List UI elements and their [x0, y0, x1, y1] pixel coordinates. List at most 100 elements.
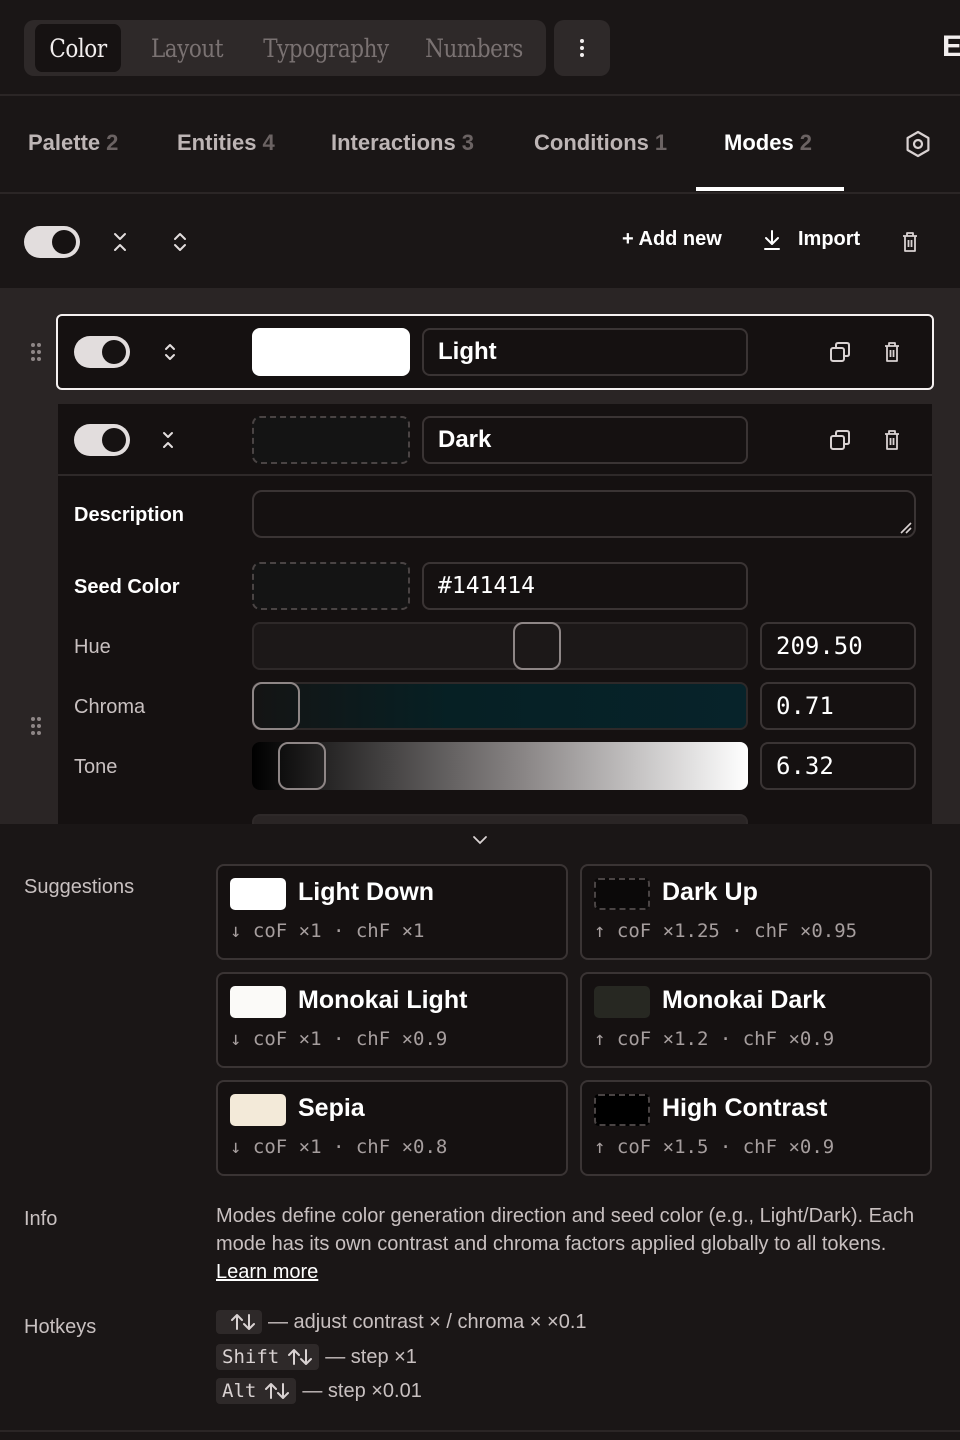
hotkey-row: Alt — step ×0.01	[216, 1378, 422, 1404]
suggestion-factors: ↑ coF ×1.25 · chF ×0.95	[594, 920, 858, 942]
up-down-arrows-icon	[288, 1349, 313, 1365]
tab-modes[interactable]: Modes 2	[724, 130, 812, 156]
mode-light-delete[interactable]	[880, 340, 904, 364]
tab-palette[interactable]: Palette 2	[28, 130, 118, 156]
chroma-slider[interactable]	[252, 682, 748, 730]
chroma-value-input[interactable]: 0.71	[760, 682, 916, 730]
mode-light-toggle[interactable]	[74, 336, 130, 368]
modes-toolbar: + Add new Import	[0, 194, 960, 288]
expand-all-button[interactable]	[168, 230, 192, 254]
mode-light-duplicate[interactable]	[828, 340, 852, 364]
tab-conditions[interactable]: Conditions 1	[534, 130, 667, 156]
add-new-label: + Add new	[622, 228, 722, 250]
learn-more-link[interactable]: Learn more	[216, 1261, 318, 1283]
mode-dark-name-input[interactable]: Dark	[422, 416, 748, 464]
delete-all-button[interactable]	[898, 230, 922, 254]
seg-typography[interactable]: Typography	[257, 24, 395, 72]
next-slider-partial[interactable]	[252, 814, 748, 824]
mode-dark-delete[interactable]	[880, 428, 904, 452]
settings-hex-icon	[906, 130, 930, 158]
mode-row-light[interactable]: Light	[56, 314, 934, 390]
edge-label: E	[942, 30, 960, 63]
hotkey-row: Shift — step ×1	[216, 1344, 417, 1370]
suggestion-swatch	[230, 878, 286, 910]
toggle-all-modes[interactable]	[24, 226, 80, 258]
info-text: Modes define color generation direction …	[216, 1202, 926, 1286]
mode-light-expand[interactable]	[158, 340, 182, 364]
suggestion-title: Monokai Light	[298, 986, 468, 1014]
suggestion-title: High Contrast	[662, 1094, 828, 1122]
resize-handle-icon[interactable]	[898, 520, 912, 534]
mode-dark-collapse[interactable]	[156, 428, 180, 452]
duplicate-icon	[830, 430, 850, 450]
hotkeys-label: Hotkeys	[24, 1316, 97, 1338]
collapse-icon	[114, 233, 126, 251]
seed-color-swatch[interactable]	[252, 562, 410, 610]
suggestion-swatch	[594, 1094, 650, 1126]
chroma-slider-thumb[interactable]	[252, 682, 300, 730]
hotkey-row: — adjust contrast × / chroma × ×0.1	[216, 1310, 587, 1334]
hue-slider-thumb[interactable]	[513, 622, 561, 670]
hotkey-key	[216, 1310, 262, 1334]
seg-layout[interactable]: Layout	[136, 24, 237, 72]
add-new-button[interactable]: + Add new	[622, 228, 722, 251]
suggestion-card[interactable]: Monokai Light ↓ coF ×1 · chF ×0.9	[216, 972, 568, 1068]
settings-button[interactable]	[902, 128, 934, 160]
mode-dark-toggle[interactable]	[74, 424, 130, 456]
mode-dark-header[interactable]: Dark	[58, 404, 932, 476]
up-down-arrows-icon	[231, 1314, 255, 1330]
suggestion-card[interactable]: Dark Up ↑ coF ×1.25 · chF ×0.95	[580, 864, 932, 960]
more-button[interactable]	[554, 20, 610, 76]
suggestion-card[interactable]: Sepia ↓ coF ×1 · chF ×0.8	[216, 1080, 568, 1176]
expand-icon	[165, 344, 175, 360]
suggestion-card[interactable]: High Contrast ↑ coF ×1.5 · chF ×0.9	[580, 1080, 932, 1176]
hue-value-input[interactable]: 209.50	[760, 622, 916, 670]
tab-entities[interactable]: Entities 4	[177, 130, 275, 156]
trash-icon	[885, 430, 899, 450]
drag-handle-icon[interactable]	[30, 342, 42, 362]
suggestion-swatch	[230, 986, 286, 1018]
top-bar: Color Layout Typography Numbers E	[0, 0, 960, 96]
drag-handle-icon[interactable]	[30, 716, 42, 736]
mode-light-swatch[interactable]	[252, 328, 410, 376]
kebab-icon	[580, 39, 584, 57]
suggestion-title: Light Down	[298, 878, 435, 906]
suggestion-factors: ↑ coF ×1.5 · chF ×0.9	[594, 1136, 835, 1158]
hotkey-desc: — adjust contrast × / chroma × ×0.1	[268, 1310, 587, 1333]
chevron-down-icon	[473, 836, 487, 845]
tone-slider[interactable]	[252, 742, 748, 790]
tab-bar: Palette 2 Entities 4 Interactions 3 Conditi…	[0, 96, 960, 194]
mode-dark-swatch[interactable]	[252, 416, 410, 464]
tone-slider-thumb[interactable]	[278, 742, 326, 790]
active-tab-indicator	[696, 187, 844, 191]
description-label: Description	[74, 504, 185, 526]
trash-icon	[903, 232, 917, 252]
modes-list: Light Dark Description Seed Color #14141…	[0, 288, 960, 824]
suggestion-title: Dark Up	[662, 878, 758, 906]
scroll-down-button[interactable]	[470, 830, 490, 850]
seed-color-input[interactable]: #141414	[422, 562, 748, 610]
mode-dark-duplicate[interactable]	[828, 428, 852, 452]
tab-interactions[interactable]: Interactions 3	[331, 130, 474, 156]
collapse-all-button[interactable]	[108, 230, 132, 254]
import-button[interactable]: Import	[762, 228, 860, 251]
mode-light-name-input[interactable]: Light	[422, 328, 748, 376]
section-switcher: Color Layout Typography Numbers	[24, 20, 546, 76]
suggestion-card[interactable]: Light Down ↓ coF ×1 · chF ×1	[216, 864, 568, 960]
description-textarea[interactable]	[252, 490, 916, 538]
mode-card-dark: Dark Description Seed Color #141414 Hue …	[58, 404, 932, 824]
trash-icon	[885, 342, 899, 362]
tone-value-input[interactable]: 6.32	[760, 742, 916, 790]
hotkey-key: Shift	[216, 1344, 320, 1370]
seg-numbers[interactable]: Numbers	[416, 24, 533, 72]
hue-slider[interactable]	[252, 622, 748, 670]
suggestion-title: Sepia	[298, 1094, 365, 1122]
suggestion-factors: ↓ coF ×1 · chF ×0.9	[230, 1028, 448, 1050]
seg-color[interactable]: Color	[35, 24, 121, 72]
suggestion-card[interactable]: Monokai Dark ↑ coF ×1.2 · chF ×0.9	[580, 972, 932, 1068]
hue-label: Hue	[74, 636, 111, 658]
hotkey-desc: — step ×1	[325, 1345, 417, 1368]
suggestion-swatch	[594, 986, 650, 1018]
info-label: Info	[24, 1208, 58, 1230]
chroma-label: Chroma	[74, 696, 146, 718]
